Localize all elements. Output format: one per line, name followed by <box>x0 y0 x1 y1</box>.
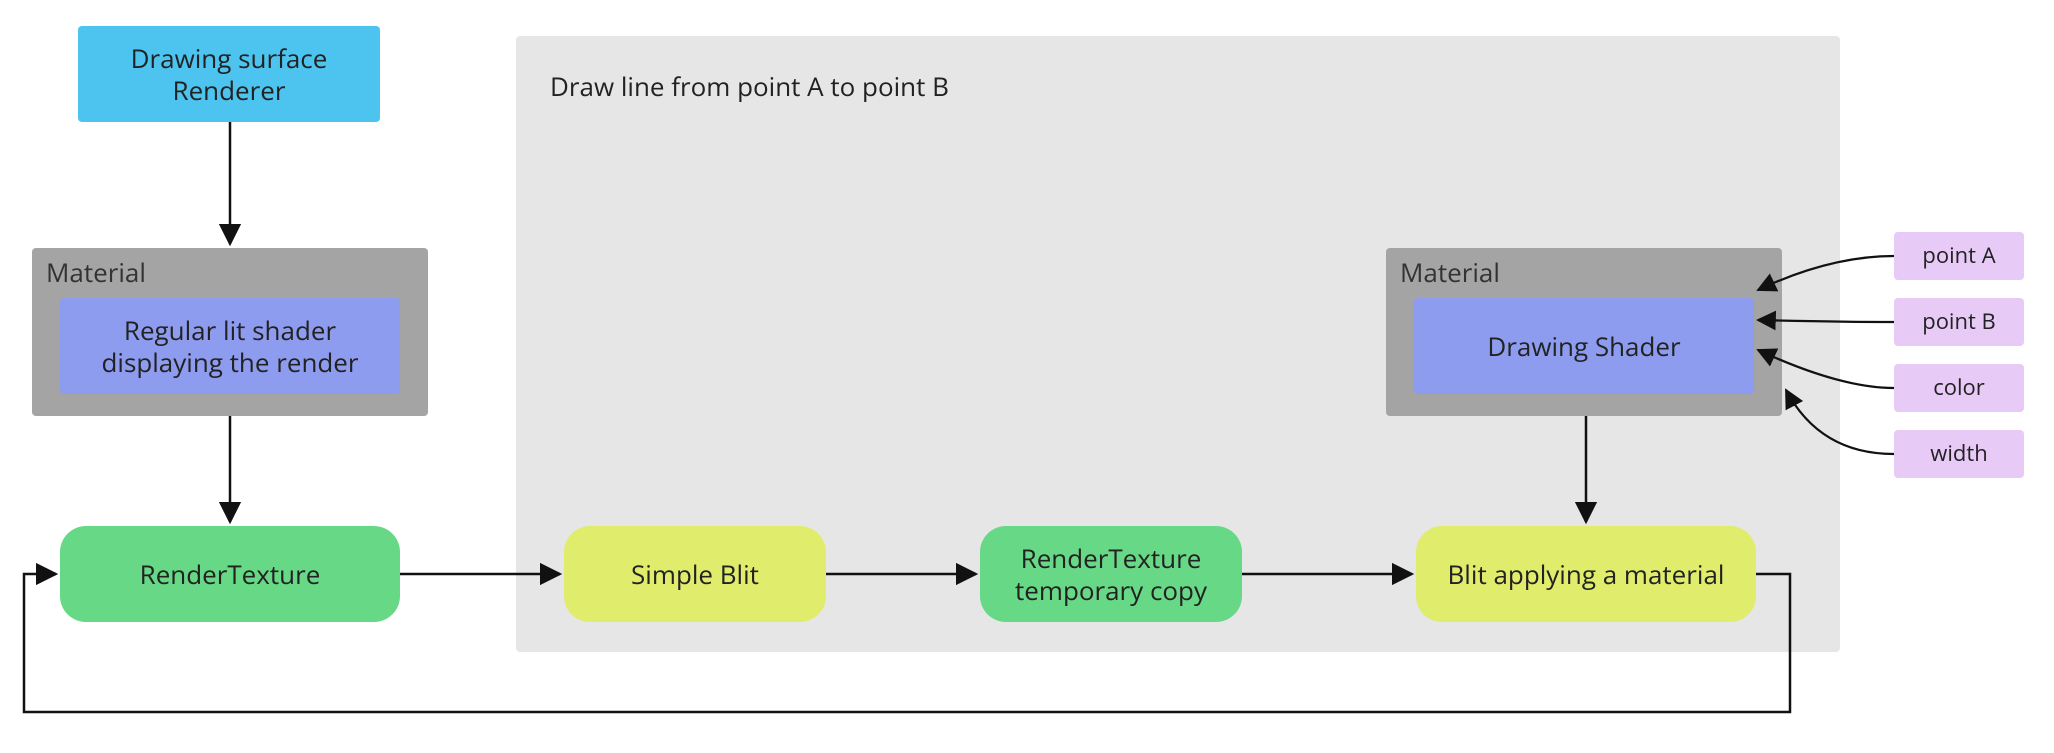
blit-material-box: Blit applying a material <box>1416 526 1756 622</box>
param-color: color <box>1894 364 2024 412</box>
drawing-shader-box: Drawing Shader <box>1414 298 1754 394</box>
temp-copy-line2: temporary copy <box>1015 574 1207 607</box>
material-right-label: Material <box>1400 256 1500 289</box>
temp-copy-line1: RenderTexture <box>1021 542 1202 575</box>
simple-blit-box: Simple Blit <box>564 526 826 622</box>
renderer-line2: Renderer <box>173 74 286 107</box>
panel-title: Draw line from point A to point B <box>550 70 949 103</box>
material-left-label: Material <box>46 256 146 289</box>
param-width: width <box>1894 430 2024 478</box>
render-texture-box: RenderTexture <box>60 526 400 622</box>
material-right-box: Material Drawing Shader <box>1386 248 1782 416</box>
temp-copy-box: RenderTexture temporary copy <box>980 526 1242 622</box>
param-point-a: point A <box>1894 232 2024 280</box>
drawing-surface-renderer: Drawing surface Renderer <box>78 26 380 122</box>
renderer-line1: Drawing surface <box>131 42 328 75</box>
material-left-box: Material Regular lit shader displaying t… <box>32 248 428 416</box>
regular-lit-shader-box: Regular lit shader displaying the render <box>60 298 400 394</box>
param-point-b: point B <box>1894 298 2024 346</box>
